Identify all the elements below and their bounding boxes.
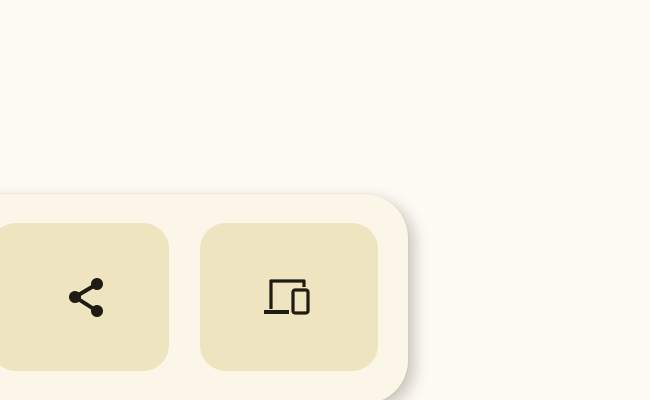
screen bbox=[0, 0, 650, 400]
devices-button[interactable] bbox=[200, 223, 378, 371]
share-icon bbox=[68, 278, 103, 317]
share-button[interactable] bbox=[0, 223, 169, 371]
devices-icon bbox=[264, 279, 310, 315]
